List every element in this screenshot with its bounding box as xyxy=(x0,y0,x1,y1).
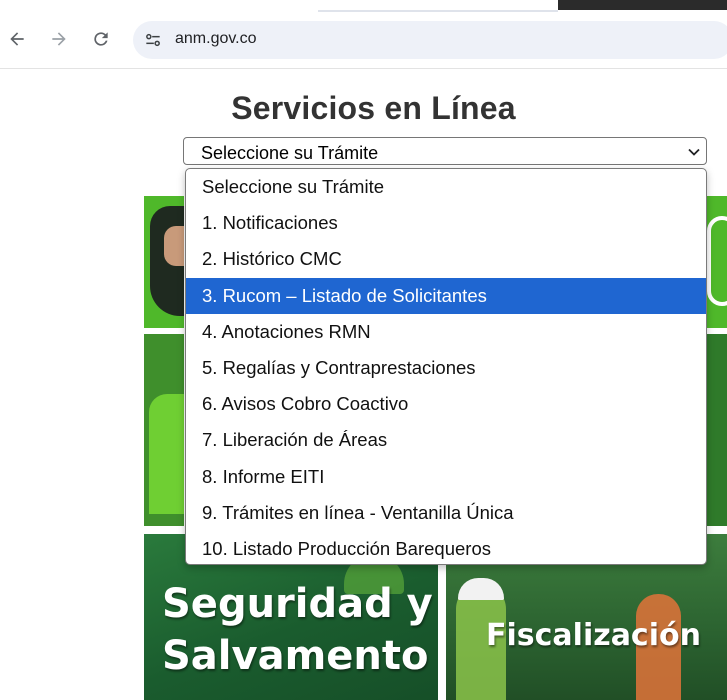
reload-button[interactable] xyxy=(84,22,118,56)
url-text: anm.gov.co xyxy=(175,30,257,47)
forward-button[interactable] xyxy=(42,22,76,56)
tile-image-top-left[interactable] xyxy=(144,196,184,328)
chevron-down-icon xyxy=(688,148,700,156)
option-regalias[interactable]: 5. Regalías y Contraprestaciones xyxy=(186,350,706,386)
decorative-arc xyxy=(707,216,727,306)
person-face xyxy=(164,226,184,266)
arrow-right-icon xyxy=(52,32,66,46)
back-button[interactable] xyxy=(0,22,34,56)
select-current-value: Seleccione su Trámite xyxy=(201,143,379,163)
browser-toolbar: anm.gov.co xyxy=(0,12,727,69)
tramite-options-list: Seleccione su Trámite 1. Notificaciones … xyxy=(185,168,707,565)
option-tramites-ventanilla[interactable]: 9. Trámites en línea - Ventanilla Única xyxy=(186,495,706,531)
arrow-left-icon xyxy=(10,32,24,46)
tile-image-top-right[interactable] xyxy=(707,196,727,328)
tile-image-mid-left[interactable] xyxy=(144,334,184,526)
option-barequeros[interactable]: 10. Listado Producción Barequeros xyxy=(186,531,706,564)
tile-seguridad-line2: Salvamento xyxy=(162,633,429,679)
worker-silhouette xyxy=(149,394,184,514)
option-liberacion-areas[interactable]: 7. Liberación de Áreas xyxy=(186,422,706,458)
option-informe-eiti[interactable]: 8. Informe EITI xyxy=(186,459,706,495)
option-historico-cmc[interactable]: 2. Histórico CMC xyxy=(186,241,706,277)
option-rucom[interactable]: 3. Rucom – Listado de Solicitantes xyxy=(186,277,706,314)
option-anotaciones-rmn[interactable]: 4. Anotaciones RMN xyxy=(186,314,706,350)
tune-icon xyxy=(146,33,160,47)
tile-fiscalizacion-label: Fiscalización xyxy=(486,618,701,653)
tab-strip xyxy=(0,0,727,12)
site-info-button[interactable] xyxy=(141,28,165,52)
option-placeholder[interactable]: Seleccione su Trámite xyxy=(186,169,706,205)
tramite-select[interactable]: Seleccione su Trámite xyxy=(183,137,707,165)
page-title: Servicios en Línea xyxy=(231,90,516,126)
address-bar[interactable]: anm.gov.co xyxy=(133,21,727,59)
tile-seguridad-line1: Seguridad y xyxy=(162,581,433,627)
tile-image-mid-right[interactable] xyxy=(707,334,727,526)
option-avisos-cobro[interactable]: 6. Avisos Cobro Coactivo xyxy=(186,386,706,422)
reload-icon xyxy=(94,32,108,46)
option-notificaciones[interactable]: 1. Notificaciones xyxy=(186,205,706,241)
window-controls-area xyxy=(558,0,727,10)
tile-seguridad-label: Seguridad y Salvamento xyxy=(162,578,433,682)
